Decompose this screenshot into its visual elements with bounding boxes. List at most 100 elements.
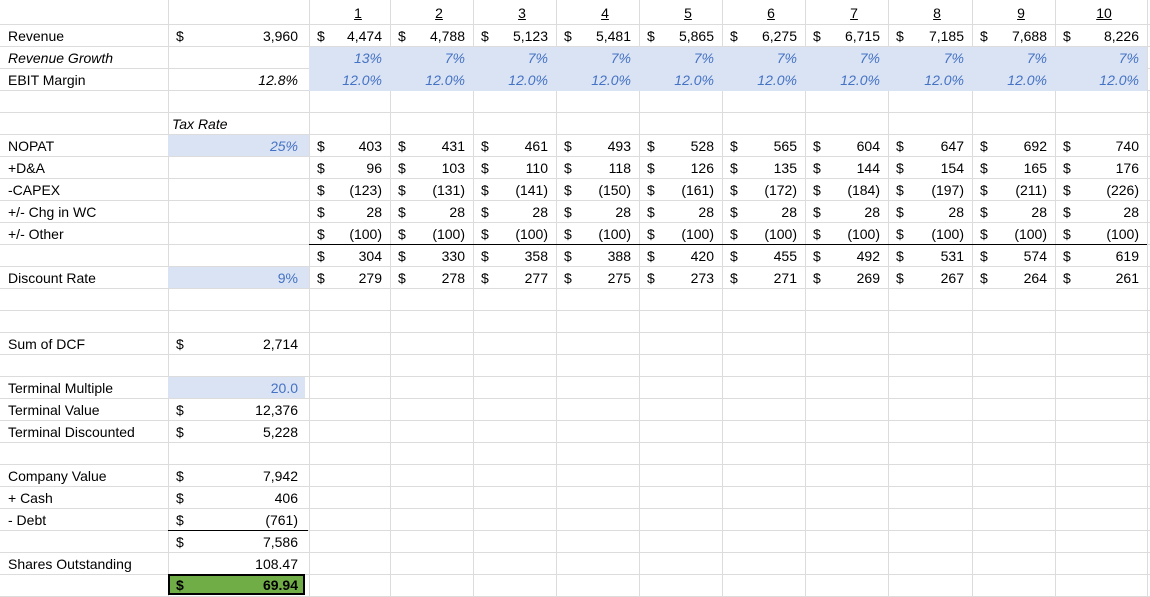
summary-value-shares[interactable]: 108.47: [190, 553, 298, 575]
cell-capex[interactable]: (150): [578, 179, 631, 201]
revenue-base-value[interactable]: 3,960: [190, 25, 298, 47]
summary-value-cv[interactable]: 7,942: [190, 465, 298, 487]
spreadsheet-grid[interactable]: 1 2 3 4 5 6 7 8 9 10 Revenue Revenue Growth EBIT Mar…: [0, 0, 1150, 597]
period-header[interactable]: 9: [1008, 2, 1034, 24]
discount-rate-input[interactable]: 9%: [190, 267, 298, 289]
summary-value-tdisc[interactable]: 5,228: [190, 421, 298, 443]
cell-disc[interactable]: 267: [910, 267, 964, 289]
cell-wc[interactable]: 28: [994, 201, 1047, 223]
cell-growth[interactable]: 7%: [578, 47, 631, 69]
cell-other[interactable]: (100): [910, 223, 964, 245]
cell-other[interactable]: (100): [578, 223, 631, 245]
cell-disc[interactable]: 279: [331, 267, 382, 289]
cell-fcf[interactable]: 358: [495, 245, 548, 267]
period-header[interactable]: 10: [1091, 2, 1117, 24]
cell-capex[interactable]: (226): [1077, 179, 1139, 201]
cell-capex[interactable]: (141): [495, 179, 548, 201]
cell-da[interactable]: 154: [910, 157, 964, 179]
cell-capex[interactable]: (123): [331, 179, 382, 201]
row-label-da[interactable]: +D&A: [8, 157, 166, 179]
period-header[interactable]: 7: [841, 2, 867, 24]
cell-nopat[interactable]: 431: [412, 135, 465, 157]
cell-margin[interactable]: 12.0%: [412, 69, 465, 91]
cell-capex[interactable]: (197): [910, 179, 964, 201]
cell-da[interactable]: 118: [578, 157, 631, 179]
cell-revenue[interactable]: 7,185: [910, 25, 964, 47]
cell-margin[interactable]: 12.0%: [744, 69, 797, 91]
cell-growth[interactable]: 7%: [495, 47, 548, 69]
cell-da[interactable]: 103: [412, 157, 465, 179]
cell-revenue[interactable]: 5,865: [661, 25, 714, 47]
cell-fcf[interactable]: 455: [744, 245, 797, 267]
cell-disc[interactable]: 277: [495, 267, 548, 289]
cell-fcf[interactable]: 420: [661, 245, 714, 267]
cell-nopat[interactable]: 647: [910, 135, 964, 157]
cell-revenue[interactable]: 6,275: [744, 25, 797, 47]
cell-other[interactable]: (100): [412, 223, 465, 245]
share-price-value[interactable]: 69.94: [190, 574, 298, 596]
cell-capex[interactable]: (211): [994, 179, 1047, 201]
row-label-growth[interactable]: Revenue Growth: [8, 47, 166, 69]
summary-value-tval[interactable]: 12,376: [190, 399, 298, 421]
cell-margin[interactable]: 12.0%: [331, 69, 382, 91]
row-label-tval[interactable]: Terminal Value: [8, 399, 166, 421]
cell-wc[interactable]: 28: [661, 201, 714, 223]
cell-wc[interactable]: 28: [495, 201, 548, 223]
cell-fcf[interactable]: 330: [412, 245, 465, 267]
tax-rate-header[interactable]: Tax Rate: [172, 113, 302, 135]
cell-nopat[interactable]: 493: [578, 135, 631, 157]
ebit-margin-base-value[interactable]: 12.8%: [190, 69, 298, 91]
tax-rate-input[interactable]: 25%: [190, 135, 298, 157]
cell-capex[interactable]: (184): [827, 179, 880, 201]
cell-other[interactable]: (100): [495, 223, 548, 245]
period-header[interactable]: 2: [426, 2, 452, 24]
cell-growth[interactable]: 7%: [744, 47, 797, 69]
cell-fcf[interactable]: 304: [331, 245, 382, 267]
cell-disc[interactable]: 271: [744, 267, 797, 289]
row-label-tdisc[interactable]: Terminal Discounted: [8, 421, 166, 443]
cell-da[interactable]: 144: [827, 157, 880, 179]
cell-revenue[interactable]: 5,123: [495, 25, 548, 47]
row-label-margin[interactable]: EBIT Margin: [8, 69, 166, 91]
cell-wc[interactable]: 28: [827, 201, 880, 223]
cell-growth[interactable]: 7%: [994, 47, 1047, 69]
period-header[interactable]: 4: [592, 2, 618, 24]
summary-value-cash[interactable]: 406: [190, 487, 298, 509]
cell-other[interactable]: (100): [331, 223, 382, 245]
cell-fcf[interactable]: 574: [994, 245, 1047, 267]
cell-nopat[interactable]: 692: [994, 135, 1047, 157]
row-label-disc[interactable]: Discount Rate: [8, 267, 166, 289]
cell-margin[interactable]: 12.0%: [827, 69, 880, 91]
cell-revenue[interactable]: 4,788: [412, 25, 465, 47]
row-label-cash[interactable]: + Cash: [8, 487, 166, 509]
cell-margin[interactable]: 12.0%: [661, 69, 714, 91]
row-label-shares[interactable]: Shares Outstanding: [8, 553, 166, 575]
cell-revenue[interactable]: 5,481: [578, 25, 631, 47]
period-header[interactable]: 3: [509, 2, 535, 24]
cell-da[interactable]: 135: [744, 157, 797, 179]
cell-fcf[interactable]: 388: [578, 245, 631, 267]
cell-fcf[interactable]: 619: [1077, 245, 1139, 267]
cell-growth[interactable]: 13%: [331, 47, 382, 69]
period-header[interactable]: 8: [924, 2, 950, 24]
cell-disc[interactable]: 273: [661, 267, 714, 289]
cell-margin[interactable]: 12.0%: [578, 69, 631, 91]
period-header[interactable]: 1: [345, 2, 371, 24]
cell-other[interactable]: (100): [994, 223, 1047, 245]
cell-wc[interactable]: 28: [910, 201, 964, 223]
cell-nopat[interactable]: 528: [661, 135, 714, 157]
cell-growth[interactable]: 7%: [827, 47, 880, 69]
cell-margin[interactable]: 12.0%: [910, 69, 964, 91]
cell-capex[interactable]: (172): [744, 179, 797, 201]
row-label-sum[interactable]: Sum of DCF: [8, 333, 166, 355]
cell-growth[interactable]: 7%: [661, 47, 714, 69]
summary-value-tmult[interactable]: 20.0: [190, 377, 298, 399]
cell-disc[interactable]: 278: [412, 267, 465, 289]
period-header[interactable]: 6: [758, 2, 784, 24]
cell-wc[interactable]: 28: [744, 201, 797, 223]
cell-growth[interactable]: 7%: [910, 47, 964, 69]
cell-disc[interactable]: 264: [994, 267, 1047, 289]
row-label-wc[interactable]: +/- Chg in WC: [8, 201, 166, 223]
row-label-debt[interactable]: - Debt: [8, 509, 166, 531]
cell-disc[interactable]: 269: [827, 267, 880, 289]
